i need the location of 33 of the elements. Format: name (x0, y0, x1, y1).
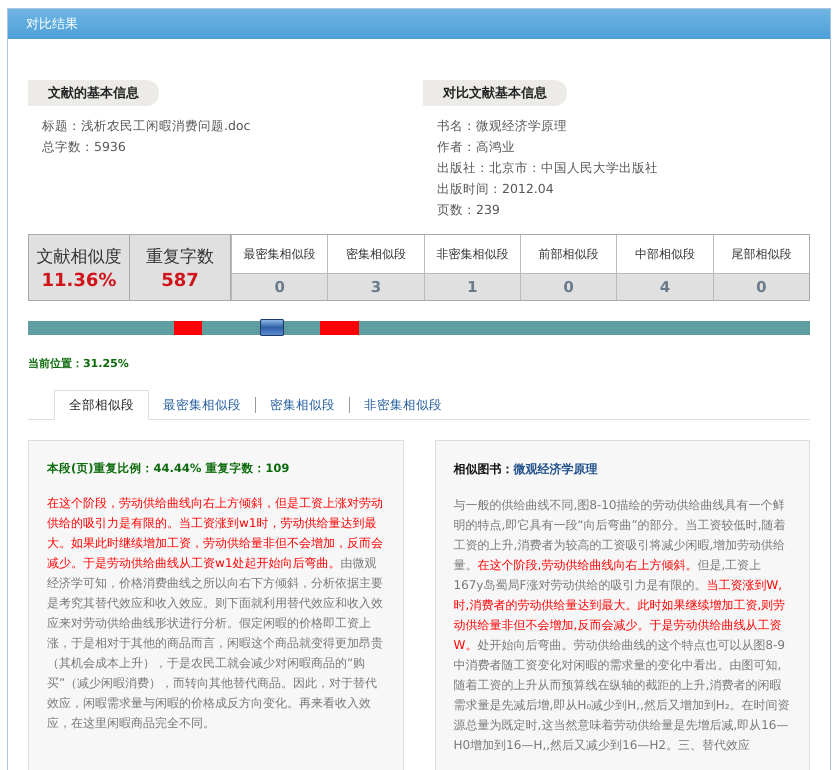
stat-label: 重复字数 (146, 246, 214, 268)
stat-label: 文献相似度 (36, 246, 122, 268)
tab[interactable]: 非密集相似段 (349, 397, 456, 413)
info-line: 出版时间：2012.04 (437, 180, 555, 198)
slider-thumb[interactable] (260, 319, 284, 336)
paragraph: 与一般的供给曲线不同,图8-10描绘的劳动供给曲线具有一个鲜明的特点,即它具有一段“向后弯曲”的部分。当工资较低时,随着工资的上升,消费者为较高的工资吸引将减少闲暇,增加劳动供给量。在这个阶段,劳动供给曲线向右上方倾斜。但是,工资上167y岛蜀局F涨对劳动供给的吸引力是有限的。当工资涨到W,时,消费者的劳动供给量达到最大。此时如果继续增加工资,则劳动供给量非但不会增加,反而会减少。于是劳动供给曲线从工资W。处开始向后弯曲。劳动供给曲线的这个特点也可以从图8-9中消费者随工资变化对闲暇的需求量的变化中看出。由图可知,随着工资的上升从而预算线在纵轴的截距的上升,消费者的闲暇需求量是先减后增,即从H₀减少到H,,然后又增加到H₂。在时间资源总量为既定时,这当然意味着劳动供给量是先增后减,即从16—H0增加到16—H,,然后又减少到16—H2。三、替代效应 (454, 497, 791, 754)
stat-value: 11.36% (42, 270, 116, 290)
paragraph: 在这个阶段，劳动供给曲线向右上方倾斜，但是工资上涨对劳动供给的吸引力是有限的。当工资涨到w1时，劳动供给量达到最大。如果此时继续增加工资，劳动供给量非但不会增加，反而会减少。于是劳动供给曲线从工资w1处起开始向后弯曲。由微观经济学可知，价格消费曲线之所以向右下方倾斜，分析依据主要是考究其替代效应和收入效应。则下面就利用替代效应和收入效应来对劳动供给曲线形状进行分析。假定闲暇的价格即工资上涨，于是相对于其他的商品而言，闲暇这个商品就变得更加昂贵（其机会成本上升），于是农民工就会减少对闲暇商品的“购买”（减少闲暇消费），而转向其他替代商品。因此，对于替代效应，闲暇需求量与闲暇的价格成反方向变化。再来看收入效应，在这里闲暇商品完全不同。 (47, 495, 384, 732)
repeat-ratio: 本段(页)重复比例：44.44% 重复字数：109 (47, 461, 290, 476)
info-line: 标题：浅析农民工闲暇消费问题.doc (42, 117, 252, 135)
table-cell: 0 (714, 274, 809, 300)
section-heading: 对比文献基本信息 (423, 80, 567, 106)
current-position: 当前位置：31.25% (28, 356, 130, 371)
info-line: 出版社：北京市：中国人民大学出版社 (437, 159, 659, 177)
similar-segment-marker (174, 321, 202, 335)
table-cell: 4 (617, 274, 713, 300)
info-line: 作者：高鸿业 (437, 138, 516, 156)
book-label: 相似图书： (454, 461, 514, 478)
similar-segment-marker (320, 321, 359, 335)
info-line: 书名：微观经济学原理 (437, 117, 568, 135)
tab[interactable]: 最密集相似段 (149, 397, 255, 419)
tab[interactable]: 密集相似段 (255, 397, 349, 413)
info-line: 总字数：5936 (42, 138, 127, 156)
book-title: 微观经济学原理 (514, 461, 598, 478)
stat-value: 587 (161, 270, 199, 290)
info-line: 页数：239 (437, 201, 501, 219)
table-cell: 3 (328, 274, 424, 300)
tab[interactable]: 全部相似段 (54, 390, 149, 420)
table-cell: 0 (520, 274, 616, 300)
table-cell: 1 (424, 274, 520, 300)
section-heading: 文献的基本信息 (28, 80, 159, 106)
window-title: 对比结果 (26, 16, 78, 33)
table-cell: 0 (232, 274, 328, 300)
